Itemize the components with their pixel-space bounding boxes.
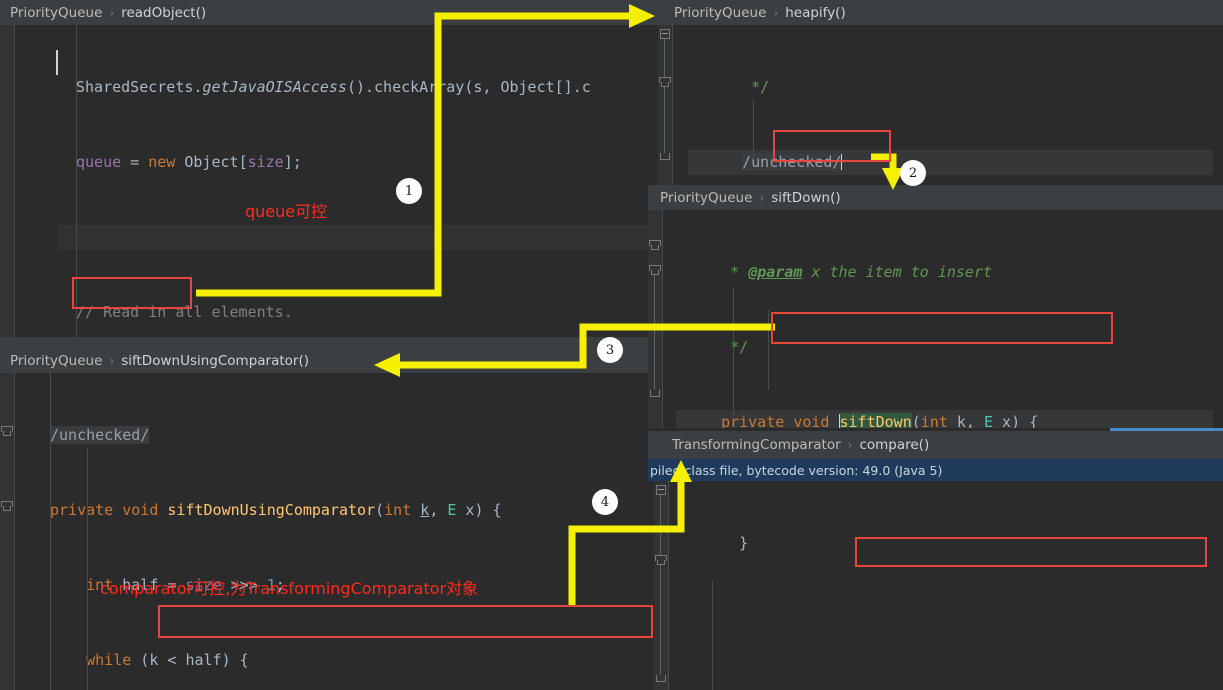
text-caret bbox=[56, 50, 58, 75]
fold-marker-icon[interactable] bbox=[655, 555, 667, 565]
annotation-badge-3: 3 bbox=[597, 337, 623, 363]
chevron-right-icon: › bbox=[109, 353, 115, 368]
breadcrumb-heapify[interactable]: PriorityQueue › heapify() bbox=[648, 0, 1223, 25]
code-line-current[interactable]: /unchecked/ bbox=[688, 150, 1223, 175]
fold-end-icon[interactable] bbox=[660, 153, 670, 160]
indent-guide bbox=[753, 100, 754, 160]
fold-end-icon[interactable] bbox=[656, 675, 666, 682]
annotation-note-queue: queue可控 bbox=[245, 202, 328, 221]
indent-guide bbox=[50, 373, 51, 690]
code-line[interactable]: while (k < half) { bbox=[32, 648, 660, 673]
editor-workspace: PriorityQueue › readObject() SharedSecre… bbox=[0, 0, 1223, 690]
fold-end-icon[interactable] bbox=[650, 390, 660, 397]
breadcrumb-class[interactable]: PriorityQueue bbox=[674, 5, 766, 21]
chevron-right-icon: › bbox=[773, 5, 779, 20]
indent-guide bbox=[87, 448, 88, 690]
editor-gutter[interactable] bbox=[0, 25, 14, 337]
annotation-badge-4: 4 bbox=[592, 489, 618, 515]
code-content[interactable]: } public int compare(I obj1, I obj2) { O… bbox=[694, 481, 1223, 690]
breadcrumb-class[interactable]: PriorityQueue bbox=[10, 5, 102, 21]
panel-sift-down-using-comparator[interactable]: PriorityQueue › siftDownUsingComparator(… bbox=[0, 348, 660, 690]
code-editor-sift-down-using-comparator[interactable]: /unchecked/ private void siftDownUsingCo… bbox=[0, 373, 660, 690]
panel-heapify[interactable]: PriorityQueue › heapify() */ /unchecked/… bbox=[648, 0, 1223, 185]
gutter-divider bbox=[14, 25, 15, 337]
code-line-current[interactable] bbox=[58, 225, 660, 250]
vertical-scrollbar[interactable] bbox=[1213, 210, 1223, 428]
breadcrumb-class[interactable]: TransformingComparator bbox=[672, 437, 841, 453]
highlight-box-comparator-compare bbox=[158, 605, 653, 638]
chevron-right-icon: › bbox=[759, 190, 765, 205]
code-content[interactable]: /unchecked/ private void siftDownUsingCo… bbox=[32, 373, 660, 690]
code-line[interactable]: queue = new Object[size]; bbox=[58, 150, 660, 175]
fold-marker-icon[interactable] bbox=[649, 265, 661, 275]
code-line[interactable]: SharedSecrets.getJavaOISAccess().checkAr… bbox=[58, 75, 660, 100]
vertical-scrollbar[interactable] bbox=[1213, 481, 1223, 690]
chevron-right-icon: › bbox=[847, 438, 853, 452]
active-tab-indicator bbox=[1110, 428, 1223, 431]
indent-guide bbox=[768, 310, 769, 390]
breadcrumb-transforming-comparator[interactable]: TransformingComparator › compare() bbox=[648, 431, 1223, 459]
code-content[interactable]: */ /unchecked/ private void heapify() { … bbox=[688, 25, 1223, 185]
gutter-divider bbox=[672, 25, 673, 185]
fold-marker-icon[interactable] bbox=[649, 240, 661, 250]
code-line[interactable] bbox=[694, 681, 1223, 690]
chevron-right-icon: › bbox=[109, 5, 115, 20]
fold-collapse-icon[interactable] bbox=[656, 485, 666, 495]
editor-gutter[interactable] bbox=[648, 210, 662, 428]
breadcrumb-class[interactable]: PriorityQueue bbox=[10, 353, 102, 369]
breadcrumb-method[interactable]: siftDownUsingComparator() bbox=[121, 353, 309, 369]
breadcrumb-method[interactable]: heapify() bbox=[785, 5, 846, 21]
panel-sift-down[interactable]: PriorityQueue › siftDown() * @param x th… bbox=[648, 185, 1223, 428]
fold-line bbox=[654, 275, 655, 390]
breadcrumb-sift-down[interactable]: PriorityQueue › siftDown() bbox=[648, 185, 1223, 210]
breadcrumb-method[interactable]: siftDown() bbox=[771, 190, 840, 206]
fold-marker-icon[interactable] bbox=[1, 501, 13, 511]
decompiled-class-notice-text: piled class file, bytecode version: 49.0… bbox=[650, 462, 943, 478]
breadcrumb-class[interactable]: PriorityQueue bbox=[660, 190, 752, 206]
fold-collapse-icon[interactable] bbox=[660, 29, 670, 39]
highlight-box-heapify-call bbox=[72, 277, 192, 309]
code-line-current[interactable]: private void siftDown(int k, E x) { bbox=[676, 410, 1223, 428]
gutter-divider bbox=[14, 373, 15, 690]
fold-marker-icon[interactable] bbox=[1, 426, 13, 436]
fold-line bbox=[664, 87, 665, 153]
breadcrumb-read-object[interactable]: PriorityQueue › readObject() bbox=[0, 0, 660, 25]
annotation-note-comparator: comparator可控,为TransformingComparator对象 bbox=[100, 579, 479, 598]
vertical-scrollbar[interactable] bbox=[1213, 25, 1223, 185]
highlight-box-siftdown-call bbox=[773, 130, 891, 162]
highlight-box-siftdownusingcomparator-call bbox=[771, 312, 1113, 344]
highlight-box-transformer-transform bbox=[855, 537, 1207, 567]
annotation-badge-1: 1 bbox=[396, 178, 422, 204]
gutter-divider bbox=[662, 210, 663, 428]
editor-gutter[interactable] bbox=[0, 373, 14, 690]
code-line[interactable]: */ bbox=[688, 75, 1223, 100]
code-line[interactable]: * @param x the item to insert bbox=[676, 260, 1223, 285]
fold-line bbox=[664, 39, 665, 77]
code-line[interactable]: private void siftDownUsingComparator(int… bbox=[32, 498, 660, 523]
code-editor-transforming-comparator[interactable]: } public int compare(I obj1, I obj2) { O… bbox=[648, 481, 1223, 690]
editor-gutter[interactable] bbox=[658, 25, 672, 185]
editor-gutter[interactable] bbox=[654, 481, 668, 690]
annotation-badge-2: 2 bbox=[900, 160, 926, 186]
breadcrumb-method[interactable]: readObject() bbox=[121, 5, 206, 21]
breadcrumb-method[interactable]: compare() bbox=[859, 437, 929, 453]
indent-guide bbox=[733, 288, 734, 416]
code-line[interactable] bbox=[694, 606, 1223, 631]
fold-line bbox=[660, 495, 661, 555]
breadcrumb-sift-down-using-comparator[interactable]: PriorityQueue › siftDownUsingComparator(… bbox=[0, 348, 660, 373]
gutter-divider bbox=[668, 481, 669, 690]
code-line[interactable]: /unchecked/ bbox=[32, 423, 660, 448]
code-editor-heapify[interactable]: */ /unchecked/ private void heapify() { … bbox=[648, 25, 1223, 185]
fold-marker-icon[interactable] bbox=[659, 77, 671, 87]
indent-guide bbox=[712, 581, 713, 690]
decompiled-class-notice: piled class file, bytecode version: 49.0… bbox=[648, 459, 1223, 481]
fold-line bbox=[660, 565, 661, 675]
